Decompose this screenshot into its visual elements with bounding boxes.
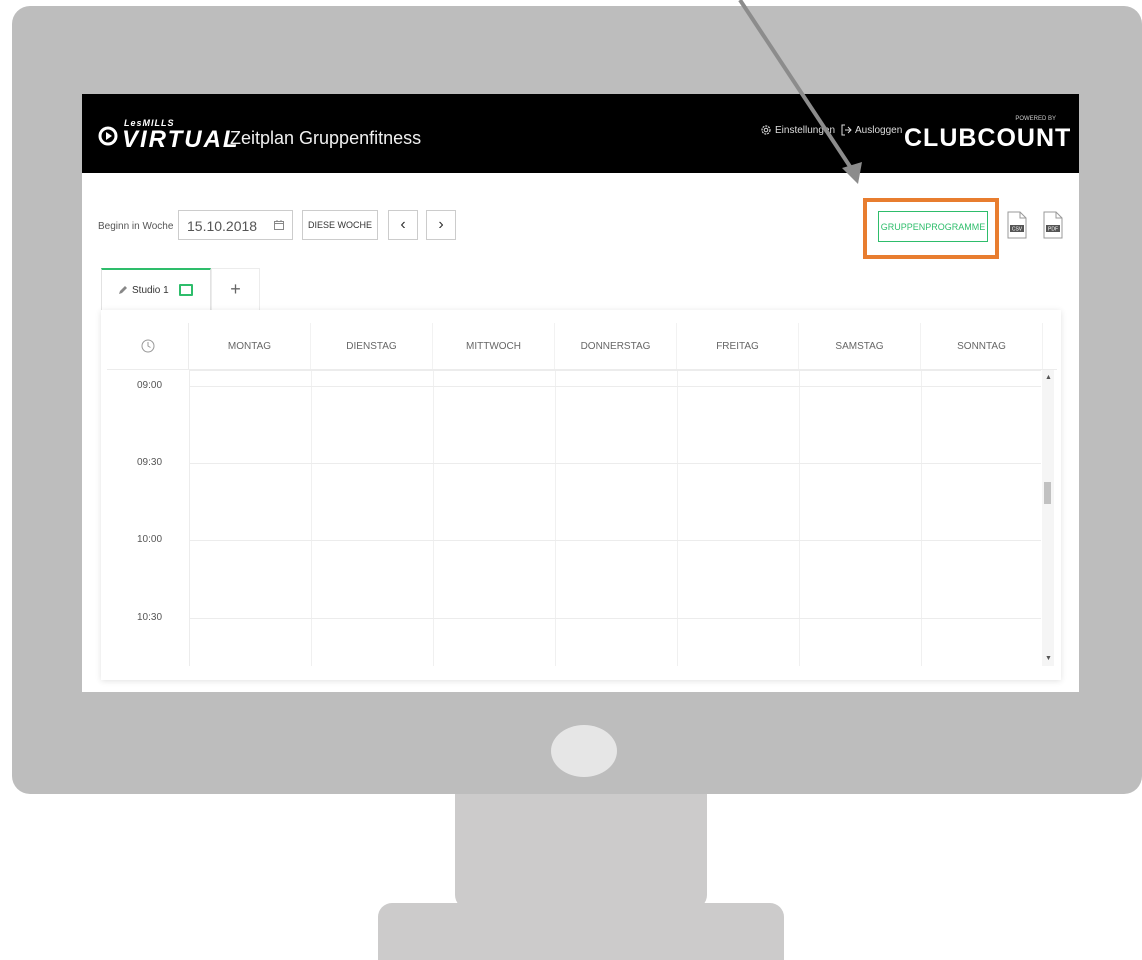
logo-big-text: VIRTUAL [122,126,240,153]
group-programs-button[interactable]: GRUPPENPROGRAMME [878,211,988,242]
clubcount-brand: POWERED BY CLUBCOUNT [904,116,1070,156]
brand-name: CLUBCOUNT [904,124,1072,152]
day-header: FREITAG [677,323,799,369]
time-slot-line [189,370,1041,371]
calendar-header: MONTAG DIENSTAG MITTWOCH DONNERSTAG FREITAG S… [107,323,1057,370]
time-label: 10:30 [137,612,163,623]
time-label: 09:30 [137,457,163,468]
csv-label: CSV [1012,227,1023,233]
csv-file-icon[interactable]: CSV [1007,211,1027,239]
day-header: DIENSTAG [311,323,433,369]
brand-powered-by: POWERED BY [1015,116,1056,122]
day-column-divider [311,370,312,666]
logout-icon [841,124,852,136]
clock-icon [141,339,154,353]
monitor-stand-neck [455,794,707,909]
top-bar: LesMILLS VIRTUAL Zeitplan Gruppenfitness… [82,94,1079,173]
scroll-down-arrow[interactable]: ▼ [1045,655,1052,662]
time-slot-line [189,463,1041,464]
day-header: MONTAG [189,323,311,369]
pencil-icon[interactable] [118,285,128,295]
this-week-button[interactable]: DIESE WOCHE [302,210,378,240]
day-column-divider [921,370,922,666]
day-header: DONNERSTAG [555,323,677,369]
monitor-power-button [551,725,617,777]
chevron-right-icon: › [438,216,444,233]
page-title: Zeitplan Gruppenfitness [230,128,422,148]
time-label: 10:00 [137,534,163,545]
logout-label: Ausloggen [855,124,903,136]
tab-label: Studio 1 [132,284,169,296]
calendar-panel: MONTAG DIENSTAG MITTWOCH DONNERSTAG FREITAG S… [101,310,1061,680]
day-column-divider [433,370,434,666]
settings-label: Einstellungen [775,124,836,136]
clock-header-cell [107,323,189,369]
pdf-label: PDF [1048,227,1058,233]
monitor-stand-base [378,903,784,960]
time-label: 09:00 [137,380,163,391]
day-column-divider [677,370,678,666]
prev-week-button[interactable]: ‹ [388,210,418,240]
day-header: SONNTAG [921,323,1043,369]
logout-link[interactable]: Ausloggen [840,124,902,136]
tab-studio-1[interactable]: Studio 1 [101,268,211,310]
time-slot-line [189,618,1041,619]
scrollbar-thumb[interactable] [1044,482,1051,504]
settings-link[interactable]: Einstellungen [760,124,835,136]
lesmills-virtual-logo: LesMILLS VIRTUAL [98,112,238,156]
calendar-grid[interactable]: 09:00 09:30 10:00 10:30 [107,370,1041,666]
app-screen: LesMILLS VIRTUAL Zeitplan Gruppenfitness… [82,94,1079,692]
time-slot-line [189,540,1041,541]
gear-icon [761,125,771,135]
week-date-input[interactable]: 15.10.2018 [178,210,293,240]
day-header: MITTWOCH [433,323,555,369]
date-value: 15.10.2018 [187,218,258,234]
day-column-divider [799,370,800,666]
day-column-divider [555,370,556,666]
day-header: SAMSTAG [799,323,921,369]
play-icon [98,126,118,146]
time-slot-line [189,386,1041,387]
time-column-divider [189,370,190,666]
studio-color-icon[interactable] [178,284,193,296]
scroll-up-arrow[interactable]: ▲ [1045,374,1052,381]
pdf-file-icon[interactable]: PDF [1043,211,1063,239]
calendar-scrollbar[interactable]: ▲ ▼ [1042,370,1054,666]
chevron-left-icon: ‹ [400,216,406,233]
week-label: Beginn in Woche [98,221,174,232]
add-studio-button[interactable]: + [211,268,260,310]
next-week-button[interactable]: › [426,210,456,240]
calendar-icon[interactable] [274,220,284,230]
